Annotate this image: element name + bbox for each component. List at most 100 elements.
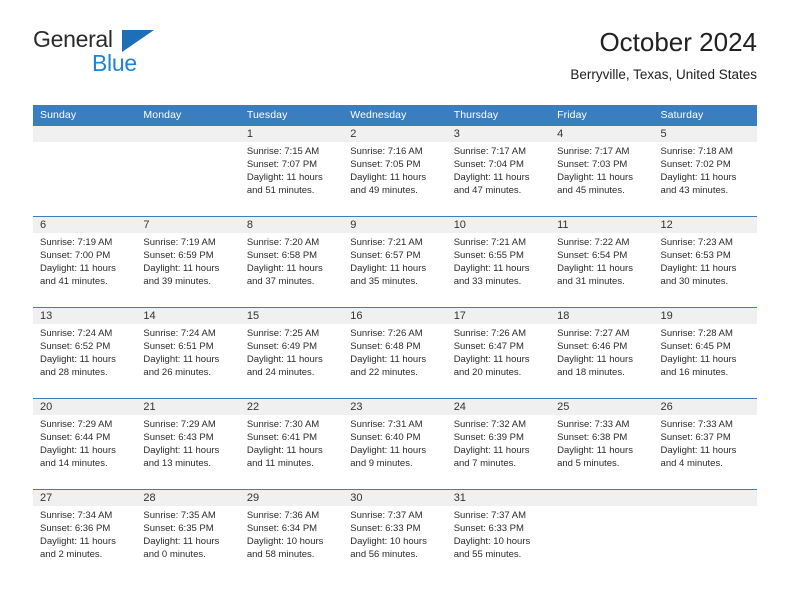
calendar-cell[interactable]: 19 Sunrise: 7:28 AM Sunset: 6:45 PM Dayligh… — [653, 307, 757, 399]
generalblue-logo[interactable]: General Blue — [33, 28, 253, 88]
calendar-cell[interactable]: 16 Sunrise: 7:26 AM Sunset: 6:48 PM Dayligh… — [343, 307, 447, 399]
sunset-text: Sunset: 6:43 PM — [143, 432, 214, 444]
sunset-text: Sunset: 6:33 PM — [350, 523, 421, 535]
calendar-cell[interactable]: 18 Sunrise: 7:27 AM Sunset: 6:46 PM Dayligh… — [550, 307, 654, 399]
day-cell[interactable]: 15 Sunrise: 7:25 AM Sunset: 6:49 PM Dayligh… — [239, 308, 344, 398]
day-cell[interactable]: 26 Sunrise: 7:33 AM Sunset: 6:37 PM Dayligh… — [653, 399, 757, 489]
day-cell[interactable] — [653, 490, 757, 580]
calendar-cell[interactable] — [550, 489, 654, 580]
day-details: Sunrise: 7:33 AM Sunset: 6:37 PM Daylight:… — [654, 415, 757, 470]
calendar-cell[interactable]: 30 Sunrise: 7:37 AM Sunset: 6:33 PM Dayligh… — [343, 489, 447, 580]
sunrise-text: Sunrise: 7:33 AM — [557, 419, 630, 430]
day-details: Sunrise: 7:26 AM Sunset: 6:47 PM Daylight:… — [447, 324, 550, 379]
calendar-cell[interactable]: 29 Sunrise: 7:36 AM Sunset: 6:34 PM Dayligh… — [239, 489, 344, 580]
calendar-cell[interactable]: 2 Sunrise: 7:16 AM Sunset: 7:05 PM Daylight… — [343, 126, 447, 217]
day-cell[interactable]: 19 Sunrise: 7:28 AM Sunset: 6:45 PM Dayligh… — [653, 308, 757, 398]
calendar-cell[interactable]: 4 Sunrise: 7:17 AM Sunset: 7:03 PM Daylight… — [550, 126, 654, 217]
day-cell[interactable]: 20 Sunrise: 7:29 AM Sunset: 6:44 PM Dayligh… — [33, 399, 137, 489]
calendar-cell[interactable]: 9 Sunrise: 7:21 AM Sunset: 6:57 PM Daylight… — [343, 216, 447, 308]
calendar-cell[interactable]: 31 Sunrise: 7:37 AM Sunset: 6:33 PM Dayligh… — [446, 489, 551, 580]
day-details: Sunrise: 7:25 AM Sunset: 6:49 PM Daylight:… — [240, 324, 343, 379]
day-details: Sunrise: 7:19 AM Sunset: 6:59 PM Daylight:… — [136, 233, 239, 288]
day-cell[interactable] — [550, 490, 654, 580]
day-number: 30 — [343, 490, 447, 506]
calendar-cell[interactable]: 17 Sunrise: 7:26 AM Sunset: 6:47 PM Dayligh… — [446, 307, 551, 399]
day-details: Sunrise: 7:15 AM Sunset: 7:07 PM Daylight:… — [240, 142, 343, 197]
day-cell[interactable]: 21 Sunrise: 7:29 AM Sunset: 6:43 PM Dayligh… — [136, 399, 240, 489]
calendar-cell[interactable] — [653, 489, 757, 580]
day-cell[interactable] — [136, 126, 240, 216]
daylight-text-line1: Daylight: 11 hours — [350, 263, 427, 275]
day-cell[interactable]: 22 Sunrise: 7:30 AM Sunset: 6:41 PM Dayligh… — [239, 399, 344, 489]
day-cell[interactable]: 25 Sunrise: 7:33 AM Sunset: 6:38 PM Dayligh… — [550, 399, 654, 489]
day-cell[interactable]: 8 Sunrise: 7:20 AM Sunset: 6:58 PM Daylight… — [239, 217, 344, 307]
day-cell[interactable]: 16 Sunrise: 7:26 AM Sunset: 6:48 PM Dayligh… — [343, 308, 447, 398]
day-number: 1 — [239, 126, 344, 142]
logo-text-blue: Blue — [92, 50, 137, 76]
calendar-cell[interactable]: 8 Sunrise: 7:20 AM Sunset: 6:58 PM Daylight… — [239, 216, 344, 308]
daylight-text-line1: Daylight: 11 hours — [453, 354, 530, 366]
calendar-cell[interactable]: 6 Sunrise: 7:19 AM Sunset: 7:00 PM Daylight… — [33, 216, 137, 308]
day-cell[interactable]: 7 Sunrise: 7:19 AM Sunset: 6:59 PM Daylight… — [136, 217, 240, 307]
calendar-cell[interactable]: 22 Sunrise: 7:30 AM Sunset: 6:41 PM Dayligh… — [239, 398, 344, 490]
day-cell[interactable]: 13 Sunrise: 7:24 AM Sunset: 6:52 PM Dayligh… — [33, 308, 137, 398]
calendar-cell[interactable]: 1 Sunrise: 7:15 AM Sunset: 7:07 PM Daylight… — [239, 126, 344, 217]
day-cell[interactable]: 17 Sunrise: 7:26 AM Sunset: 6:47 PM Dayligh… — [446, 308, 551, 398]
day-cell[interactable]: 30 Sunrise: 7:37 AM Sunset: 6:33 PM Dayligh… — [343, 490, 447, 580]
day-details: Sunrise: 7:36 AM Sunset: 6:34 PM Daylight:… — [240, 506, 343, 561]
day-cell[interactable]: 10 Sunrise: 7:21 AM Sunset: 6:55 PM Dayligh… — [446, 217, 551, 307]
day-cell[interactable]: 29 Sunrise: 7:36 AM Sunset: 6:34 PM Dayligh… — [239, 490, 344, 580]
day-cell[interactable]: 6 Sunrise: 7:19 AM Sunset: 7:00 PM Daylight… — [33, 217, 137, 307]
calendar-cell[interactable]: 26 Sunrise: 7:33 AM Sunset: 6:37 PM Dayligh… — [653, 398, 757, 490]
calendar-cell[interactable]: 21 Sunrise: 7:29 AM Sunset: 6:43 PM Dayligh… — [136, 398, 240, 490]
day-cell[interactable]: 18 Sunrise: 7:27 AM Sunset: 6:46 PM Dayligh… — [550, 308, 654, 398]
day-details: Sunrise: 7:28 AM Sunset: 6:45 PM Daylight:… — [654, 324, 757, 379]
day-cell[interactable]: 14 Sunrise: 7:24 AM Sunset: 6:51 PM Dayligh… — [136, 308, 240, 398]
calendar-cell[interactable]: 7 Sunrise: 7:19 AM Sunset: 6:59 PM Daylight… — [136, 216, 240, 308]
day-cell[interactable]: 9 Sunrise: 7:21 AM Sunset: 6:57 PM Daylight… — [343, 217, 447, 307]
sunset-text: Sunset: 6:55 PM — [453, 250, 524, 262]
sunset-text: Sunset: 6:49 PM — [246, 341, 318, 353]
day-cell[interactable]: 3 Sunrise: 7:17 AM Sunset: 7:04 PM Daylight… — [446, 126, 551, 216]
calendar-cell[interactable]: 23 Sunrise: 7:31 AM Sunset: 6:40 PM Dayligh… — [343, 398, 447, 490]
calendar-cell[interactable]: 25 Sunrise: 7:33 AM Sunset: 6:38 PM Dayligh… — [550, 398, 654, 490]
day-cell[interactable]: 11 Sunrise: 7:22 AM Sunset: 6:54 PM Dayligh… — [550, 217, 654, 307]
sunrise-text: Sunrise: 7:35 AM — [143, 510, 216, 521]
daylight-text-line2: and 56 minutes. — [350, 549, 418, 561]
day-cell[interactable]: 5 Sunrise: 7:18 AM Sunset: 7:02 PM Daylight… — [653, 126, 757, 216]
day-cell[interactable]: 24 Sunrise: 7:32 AM Sunset: 6:39 PM Dayligh… — [446, 399, 551, 489]
day-cell[interactable]: 4 Sunrise: 7:17 AM Sunset: 7:03 PM Daylight… — [550, 126, 654, 216]
calendar-cell[interactable]: 13 Sunrise: 7:24 AM Sunset: 6:52 PM Dayligh… — [33, 307, 137, 399]
calendar-cell[interactable]: 10 Sunrise: 7:21 AM Sunset: 6:55 PM Dayligh… — [446, 216, 551, 308]
calendar-cell[interactable]: 28 Sunrise: 7:35 AM Sunset: 6:35 PM Dayligh… — [136, 489, 240, 580]
day-cell[interactable] — [33, 126, 137, 216]
calendar-cell[interactable]: 24 Sunrise: 7:32 AM Sunset: 6:39 PM Dayligh… — [446, 398, 551, 490]
calendar-cell[interactable] — [136, 126, 240, 217]
calendar-cell[interactable]: 12 Sunrise: 7:23 AM Sunset: 6:53 PM Dayligh… — [653, 216, 757, 308]
calendar-cell[interactable]: 5 Sunrise: 7:18 AM Sunset: 7:02 PM Daylight… — [653, 126, 757, 217]
day-cell[interactable]: 2 Sunrise: 7:16 AM Sunset: 7:05 PM Daylight… — [343, 126, 447, 216]
day-cell[interactable]: 28 Sunrise: 7:35 AM Sunset: 6:35 PM Dayligh… — [136, 490, 240, 580]
daylight-text-line1: Daylight: 11 hours — [40, 354, 116, 366]
day-details: Sunrise: 7:29 AM Sunset: 6:43 PM Daylight:… — [136, 415, 239, 470]
calendar-cell[interactable]: 11 Sunrise: 7:22 AM Sunset: 6:54 PM Dayligh… — [550, 216, 654, 308]
calendar-cell[interactable]: 27 Sunrise: 7:34 AM Sunset: 6:36 PM Dayligh… — [33, 489, 137, 580]
day-cell[interactable]: 12 Sunrise: 7:23 AM Sunset: 6:53 PM Dayligh… — [653, 217, 757, 307]
sunrise-text: Sunrise: 7:34 AM — [40, 510, 113, 521]
calendar-cell[interactable]: 14 Sunrise: 7:24 AM Sunset: 6:51 PM Dayligh… — [136, 307, 240, 399]
calendar-cell[interactable] — [33, 126, 137, 217]
day-details: Sunrise: 7:17 AM Sunset: 7:03 PM Daylight:… — [550, 142, 653, 197]
daylight-text-line2: and 39 minutes. — [143, 276, 212, 288]
daylight-text-line1: Daylight: 11 hours — [660, 445, 737, 457]
calendar-cell[interactable]: 3 Sunrise: 7:17 AM Sunset: 7:04 PM Daylight… — [446, 126, 551, 217]
day-cell[interactable]: 1 Sunrise: 7:15 AM Sunset: 7:07 PM Daylight… — [239, 126, 344, 216]
day-number: 22 — [239, 399, 344, 415]
day-number: 6 — [33, 217, 137, 233]
calendar-cell[interactable]: 15 Sunrise: 7:25 AM Sunset: 6:49 PM Dayligh… — [239, 307, 344, 399]
calendar-cell[interactable]: 20 Sunrise: 7:29 AM Sunset: 6:44 PM Dayligh… — [33, 398, 137, 490]
day-cell[interactable]: 27 Sunrise: 7:34 AM Sunset: 6:36 PM Dayligh… — [33, 490, 137, 580]
sunset-text: Sunset: 6:47 PM — [453, 341, 524, 353]
sunrise-text: Sunrise: 7:19 AM — [143, 237, 216, 248]
day-cell[interactable]: 23 Sunrise: 7:31 AM Sunset: 6:40 PM Dayligh… — [343, 399, 447, 489]
day-cell[interactable]: 31 Sunrise: 7:37 AM Sunset: 6:33 PM Dayligh… — [446, 490, 551, 580]
